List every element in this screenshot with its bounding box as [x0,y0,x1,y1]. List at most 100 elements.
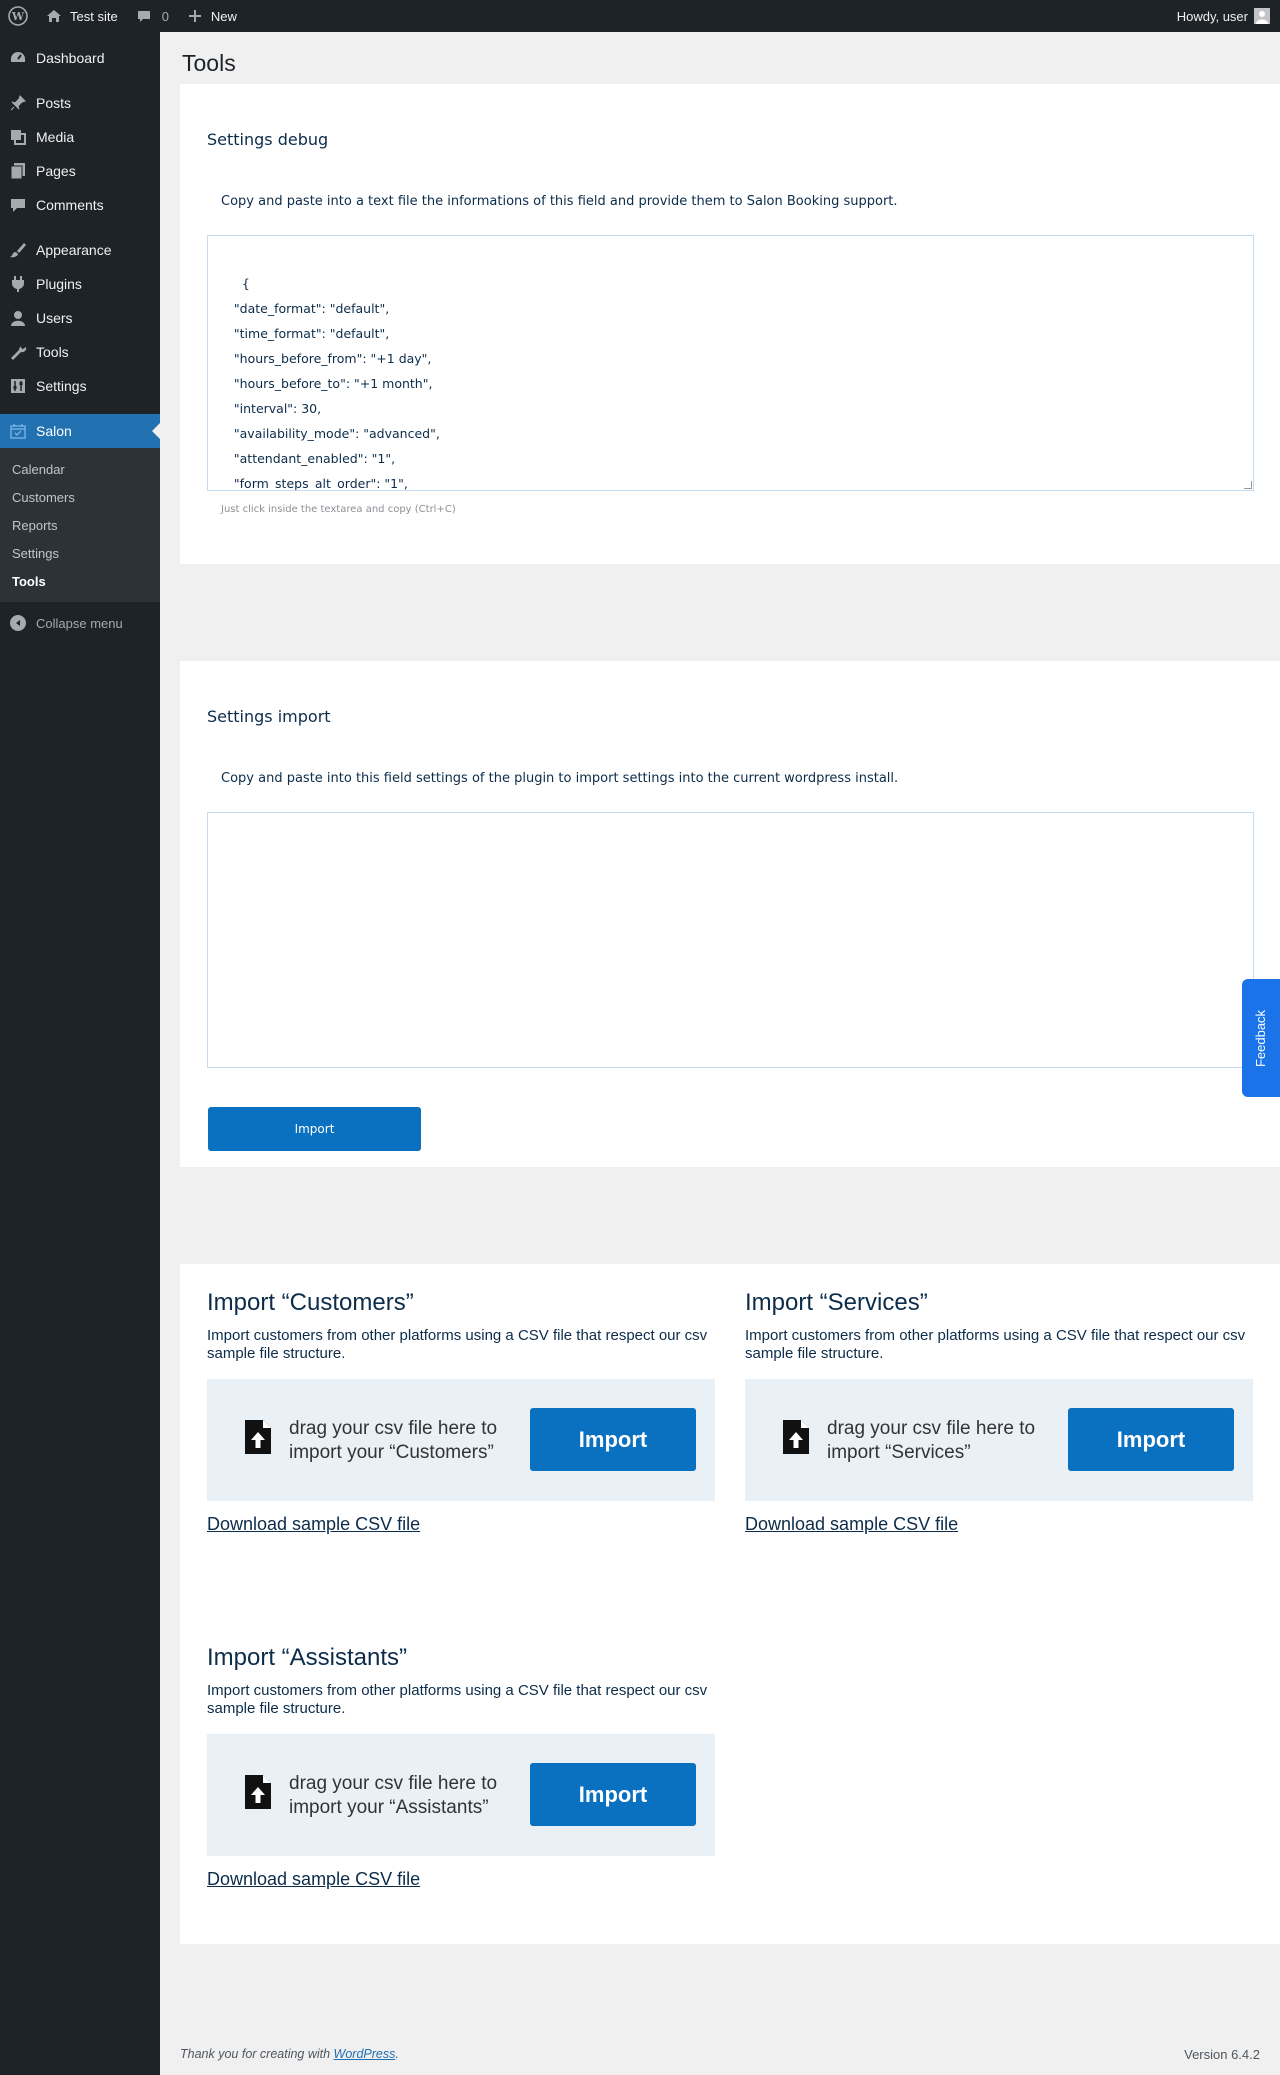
page-title: Tools [182,50,236,76]
import-customers-description: Import customers from other platforms us… [207,1327,708,1362]
site-name: Test site [70,8,118,24]
resize-handle[interactable] [1244,481,1252,489]
settings-debug-panel: Settings debug Copy and paste into a tex… [180,84,1280,564]
settings-icon [8,376,28,396]
settings-debug-heading: Settings debug [207,130,329,149]
assistants-sample-csv-link[interactable]: Download sample CSV file [207,1869,420,1890]
menu-label: Tools [36,344,69,360]
plus-icon [185,6,205,26]
comments-count: 0 [161,8,169,24]
import-services-button[interactable]: Import [1068,1408,1234,1471]
wordpress-logo-icon: W [8,6,28,26]
site-name-link[interactable]: Test site [36,0,126,32]
file-upload-icon [245,1775,271,1809]
submenu-item-calendar[interactable]: Calendar [0,455,160,483]
settings-import-panel: Settings import Copy and paste into this… [180,661,1280,1167]
import-customers-button[interactable]: Import [530,1408,696,1471]
media-icon [8,127,28,147]
menu-label: Comments [36,197,104,213]
menu-item-media[interactable]: Media [0,120,160,154]
footer-thanks-suffix: . [395,2047,399,2061]
plugin-icon [8,274,28,294]
calendar-icon [8,421,28,441]
menu-item-comments[interactable]: Comments [0,188,160,222]
menu-item-tools[interactable]: Tools [0,335,160,369]
admin-bar: W Test site 0 New Howdy, user [0,0,1280,32]
assistants-dropzone[interactable]: drag your csv file here to import your “… [207,1734,715,1856]
import-assistants-button[interactable]: Import [530,1763,696,1826]
comments-link[interactable]: 0 [126,0,177,32]
submenu-item-reports[interactable]: Reports [0,511,160,539]
svg-text:W: W [11,10,25,23]
brush-icon [8,240,28,260]
menu-label: Users [36,310,73,326]
footer-thanks-prefix: Thank you for creating with [180,2047,334,2061]
customers-sample-csv-link[interactable]: Download sample CSV file [207,1514,420,1535]
menu-label: Posts [36,95,72,111]
import-services-description: Import customers from other platforms us… [745,1327,1246,1362]
my-account-link[interactable]: Howdy, user [1169,0,1280,32]
footer-wordpress-link[interactable]: WordPress [334,2047,396,2061]
import-services-block: Import “Services” Import customers from … [745,1289,1253,1535]
admin-sidebar: Dashboard Posts Media Pages Comments App… [0,32,160,2075]
services-sample-csv-link[interactable]: Download sample CSV file [745,1514,958,1535]
settings-debug-textarea[interactable]: { "date_format": "default", "time_format… [207,235,1254,491]
services-drop-text: drag your csv file here to import “Servi… [827,1418,1036,1463]
comment-bubble-icon [134,6,154,26]
menu-label: Salon [36,423,72,439]
csv-import-panel: Import “Customers” Import customers from… [180,1264,1280,1944]
settings-debug-content: { "date_format": "default", "time_format… [233,276,440,491]
assistants-drop-text: drag your csv file here to import your “… [289,1773,498,1818]
settings-import-button[interactable]: Import [208,1107,421,1151]
file-upload-icon [245,1420,271,1454]
settings-debug-hint: Just click inside the textarea and copy … [221,504,456,515]
menu-label: Media [36,129,75,145]
import-customers-block: Import “Customers” Import customers from… [207,1289,715,1535]
footer-version: Version 6.4.2 [1184,2047,1260,2062]
collapse-arrow-icon [10,615,26,631]
import-assistants-block: Import “Assistants” Import customers fro… [207,1644,715,1890]
collapse-menu-button[interactable]: Collapse menu [0,606,160,640]
menu-label: Pages [36,163,76,179]
footer-thanks: Thank you for creating with WordPress. [180,2047,399,2061]
howdy-text: Howdy, user [1176,8,1248,24]
pin-icon [8,93,28,113]
file-upload-icon [783,1420,809,1454]
menu-item-salon[interactable]: Salon [0,414,160,448]
settings-import-textarea[interactable] [207,812,1254,1068]
settings-import-heading: Settings import [207,707,331,726]
feedback-tab[interactable]: Feedback [1242,979,1280,1097]
wrench-icon [8,342,28,362]
import-assistants-description: Import customers from other platforms us… [207,1682,708,1717]
menu-item-posts[interactable]: Posts [0,86,160,120]
menu-item-users[interactable]: Users [0,301,160,335]
submenu-item-customers[interactable]: Customers [0,483,160,511]
menu-item-appearance[interactable]: Appearance [0,233,160,267]
wordpress-logo[interactable]: W [0,0,36,32]
import-customers-title: Import “Customers” [207,1289,414,1316]
services-dropzone[interactable]: drag your csv file here to import “Servi… [745,1379,1253,1501]
import-services-title: Import “Services” [745,1289,928,1316]
menu-item-dashboard[interactable]: Dashboard [0,41,160,75]
collapse-label: Collapse menu [36,615,123,631]
menu-item-settings[interactable]: Settings [0,369,160,403]
avatar [1254,8,1270,24]
new-label: New [210,8,237,24]
menu-item-plugins[interactable]: Plugins [0,267,160,301]
feedback-label: Feedback [1253,1009,1269,1067]
menu-item-pages[interactable]: Pages [0,154,160,188]
dashboard-icon [8,48,28,68]
comment-icon [8,195,28,215]
menu-label: Plugins [36,276,82,292]
customers-dropzone[interactable]: drag your csv file here to import your “… [207,1379,715,1501]
settings-debug-description: Copy and paste into a text file the info… [221,194,898,209]
menu-label: Dashboard [36,50,105,66]
settings-import-description: Copy and paste into this field settings … [221,771,899,786]
new-content-link[interactable]: New [177,0,245,32]
menu-label: Settings [36,378,87,394]
customers-drop-text: drag your csv file here to import your “… [289,1418,498,1463]
submenu-item-settings[interactable]: Settings [0,539,160,567]
import-assistants-title: Import “Assistants” [207,1644,408,1671]
menu-label: Appearance [36,242,112,258]
submenu-item-tools[interactable]: Tools [0,567,160,595]
